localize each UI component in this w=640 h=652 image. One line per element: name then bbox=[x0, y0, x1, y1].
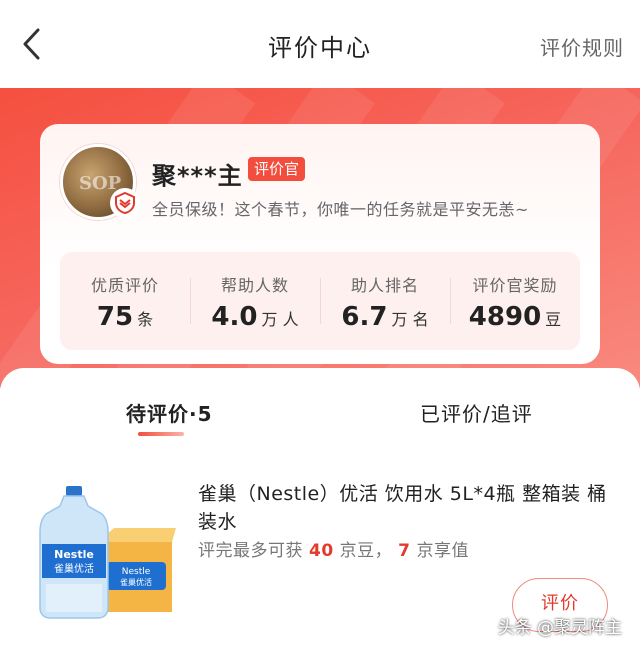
stat-label: 优质评价 bbox=[90, 276, 159, 295]
stat-value: 4890 bbox=[468, 302, 542, 332]
active-tab-indicator bbox=[138, 432, 184, 436]
reward-beans-unit: 京豆， bbox=[339, 541, 393, 561]
tab-reviewed[interactable]: 已评价/追评 bbox=[420, 398, 533, 427]
stat-unit: 万 人 bbox=[261, 310, 299, 329]
bottle-brand-text: Nestle bbox=[54, 548, 94, 561]
product-image[interactable]: Nestle 雀巢优活 Nestle 雀巢优活 bbox=[36, 484, 176, 624]
stat-unit: 条 bbox=[137, 310, 154, 329]
reward-value-unit: 京享值 bbox=[416, 541, 470, 561]
stat-value: 6.7 bbox=[341, 302, 388, 332]
stat-label: 评价官奖励 bbox=[472, 276, 558, 295]
box-brand-text: Nestle bbox=[122, 567, 151, 577]
username: 聚***主 bbox=[152, 162, 243, 190]
reward-beans: 40 bbox=[309, 541, 334, 561]
stat-reviewer-reward[interactable]: 评价官奖励 4890 豆 bbox=[450, 252, 580, 350]
user-motto: 全员保级！这个春节，你唯一的任务就是平安无恙~ bbox=[152, 200, 529, 219]
watermark-text: 头条 @聚灵阵主 bbox=[497, 618, 622, 638]
review-content-panel: 待评价·5 已评价/追评 Nestle 雀巢优活 Nestle 雀巢优活 雀巢（… bbox=[0, 368, 640, 652]
top-navigation-bar: 评价中心 评价规则 bbox=[0, 0, 640, 88]
shield-badge-icon bbox=[110, 188, 140, 218]
stats-panel: 优质评价 75 条 帮助人数 4.0 万 人 助人排名 6.7 万 名 评价官奖励 4… bbox=[60, 252, 580, 350]
stat-label: 帮助人数 bbox=[220, 276, 289, 295]
reward-prefix: 评完最多可获 bbox=[198, 541, 303, 561]
box-sub-text: 雀巢优活 bbox=[120, 577, 152, 587]
product-title[interactable]: 雀巢（Nestle）优活 饮用水 5L*4瓶 整箱装 桶装水 bbox=[198, 480, 608, 536]
stat-unit: 豆 bbox=[545, 310, 562, 329]
review-reward-text: 评完最多可获 40 京豆， 7 京享值 bbox=[198, 536, 469, 561]
reward-value: 7 bbox=[398, 541, 411, 561]
stat-unit: 万 名 bbox=[391, 310, 429, 329]
stat-label: 助人排名 bbox=[350, 276, 419, 295]
review-rules-link[interactable]: 评价规则 bbox=[540, 32, 624, 61]
stat-value: 75 bbox=[96, 302, 134, 332]
stat-quality-reviews[interactable]: 优质评价 75 条 bbox=[60, 252, 190, 350]
stat-helper-rank[interactable]: 助人排名 6.7 万 名 bbox=[320, 252, 450, 350]
tab-pending-review[interactable]: 待评价·5 bbox=[126, 398, 213, 427]
profile-card: SOP 聚***主 评价官 全员保级！这个春节，你唯一的任务就是平安无恙~ 优质… bbox=[40, 124, 600, 364]
bottle-sub-text: 雀巢优活 bbox=[54, 562, 94, 575]
stat-helped-people[interactable]: 帮助人数 4.0 万 人 bbox=[190, 252, 320, 350]
reviewer-role-tag: 评价官 bbox=[248, 157, 306, 181]
stat-value: 4.0 bbox=[211, 302, 258, 332]
